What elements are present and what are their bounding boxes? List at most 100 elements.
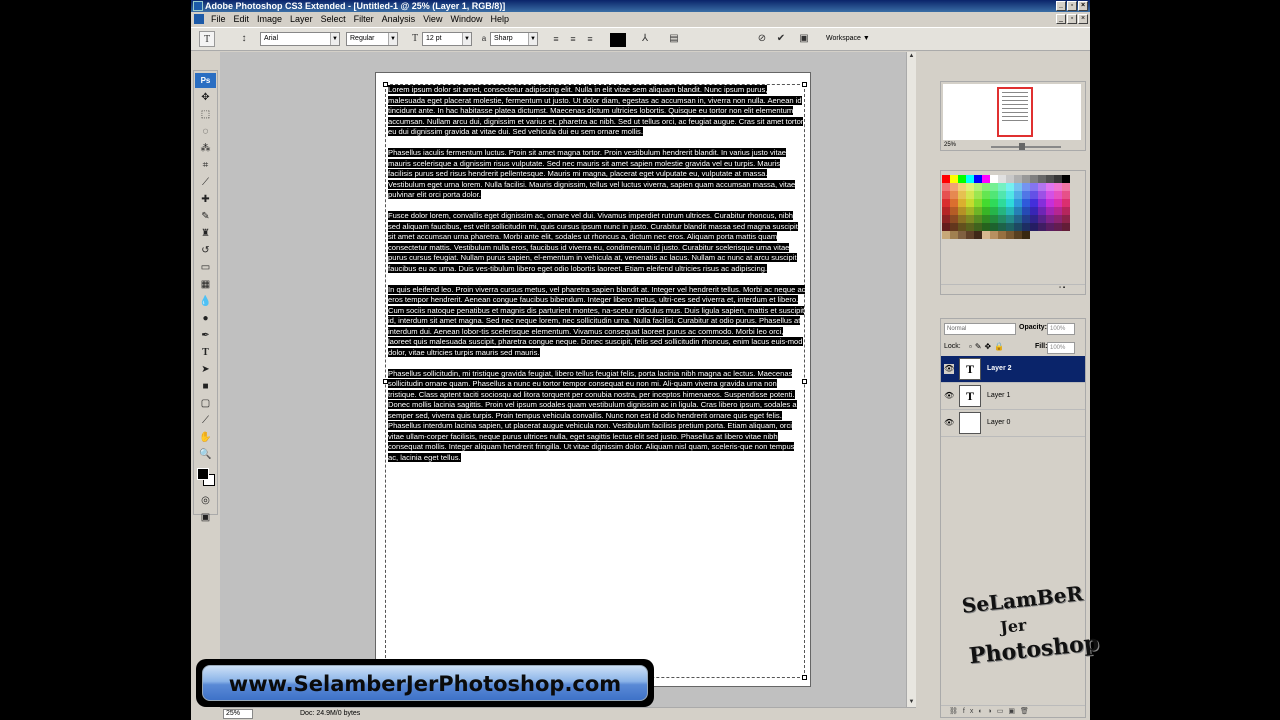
color-swatch[interactable] [1046,207,1054,215]
color-swatch[interactable] [1022,215,1030,223]
color-swatch[interactable] [1054,207,1062,215]
color-swatch[interactable] [1022,175,1030,183]
doc-close-button[interactable]: × [1078,14,1088,24]
color-swatch[interactable] [1006,231,1014,239]
color-swatch[interactable] [1006,223,1014,231]
crop-tool-icon[interactable]: ⌗ [195,158,216,174]
color-swatch[interactable] [942,183,950,191]
menu-help[interactable]: Help [486,12,513,26]
warp-text-icon[interactable]: ⅄ [637,31,653,47]
color-swatch[interactable] [1030,191,1038,199]
slice-tool-icon[interactable]: ⟋ [195,175,216,191]
layer-row-layer-0[interactable]: 👁 Layer 0 [941,410,1085,437]
doc-minimize-button[interactable]: _ [1056,14,1066,24]
doc-size[interactable]: Doc: 24.9M/0 bytes [300,708,360,720]
workspace-menu[interactable]: Workspace ▼ [826,35,870,42]
color-swatch[interactable] [974,223,982,231]
gradient-tool-icon[interactable]: ▦ [195,277,216,293]
color-swatch[interactable] [958,207,966,215]
color-swatch[interactable] [998,199,1006,207]
menu-file[interactable]: File [207,12,230,26]
color-swatch[interactable] [974,215,982,223]
color-swatch[interactable] [1046,175,1054,183]
color-swatch[interactable] [1046,191,1054,199]
align-center-icon[interactable]: ≡ [565,31,581,47]
color-swatch[interactable] [982,207,990,215]
color-swatch[interactable] [1022,199,1030,207]
color-swatch[interactable] [958,183,966,191]
color-swatch[interactable] [990,223,998,231]
color-swatch[interactable] [1038,223,1046,231]
fill-field[interactable]: 100% [1047,342,1075,354]
text-bounding-box[interactable]: Lorem ipsum dolor sit amet, consectetur … [383,82,807,680]
color-swatch[interactable] [1006,191,1014,199]
color-swatch[interactable] [958,231,966,239]
color-swatch[interactable] [942,175,950,183]
align-right-icon[interactable]: ≡ [582,31,598,47]
color-swatch[interactable] [966,199,974,207]
menu-view[interactable]: View [419,12,446,26]
color-swatch[interactable] [1022,223,1030,231]
color-swatch[interactable] [998,215,1006,223]
color-swatch[interactable] [1062,175,1070,183]
color-swatch[interactable] [998,175,1006,183]
color-swatch[interactable] [998,231,1006,239]
color-swatch[interactable] [1006,175,1014,183]
color-swatch[interactable] [950,175,958,183]
color-swatch[interactable] [958,199,966,207]
color-swatch[interactable] [1054,191,1062,199]
color-swatch[interactable] [1030,175,1038,183]
color-swatch[interactable] [982,191,990,199]
color-swatch[interactable] [1054,175,1062,183]
color-swatch[interactable] [1038,199,1046,207]
color-swatch[interactable] [1046,215,1054,223]
color-swatch[interactable] [950,183,958,191]
color-swatch[interactable] [942,207,950,215]
color-swatch[interactable] [966,191,974,199]
color-swatch[interactable] [958,223,966,231]
color-swatch[interactable] [966,231,974,239]
color-swatch[interactable] [958,191,966,199]
type-tool-preset-icon[interactable]: T [199,31,215,47]
color-swatch[interactable] [1062,191,1070,199]
color-swatch[interactable] [1030,207,1038,215]
font-style-select[interactable]: Regular ▼ [346,32,398,46]
menu-image[interactable]: Image [253,12,286,26]
type-tool-icon[interactable]: T [195,345,216,361]
minimize-button[interactable]: _ [1056,1,1066,11]
color-swatch[interactable] [1014,175,1022,183]
color-swatch[interactable] [974,199,982,207]
foreground-color[interactable] [197,468,209,480]
blend-mode-select[interactable]: Normal [944,323,1016,335]
color-swatch[interactable] [982,175,990,183]
move-tool-icon[interactable]: ✥ [195,90,216,106]
color-swatch[interactable] [1006,207,1014,215]
text-orientation-icon[interactable]: ↕ [236,31,252,47]
color-swatch[interactable] [1054,215,1062,223]
antialias-select[interactable]: Sharp ▼ [490,32,538,46]
hand-tool-icon[interactable]: ✋ [195,430,216,446]
vertical-scrollbar[interactable]: ▲ ▼ [906,52,916,707]
color-swatch[interactable] [1014,215,1022,223]
color-swatch[interactable] [982,183,990,191]
color-swatch[interactable] [1046,183,1054,191]
color-swatch[interactable] [1030,199,1038,207]
lasso-tool-icon[interactable]: ◌ [195,124,216,140]
color-swatch[interactable] [1038,215,1046,223]
color-swatch[interactable] [998,183,1006,191]
color-swatch[interactable] [974,191,982,199]
zoom-slider-knob[interactable] [1019,143,1025,150]
magic-wand-tool-icon[interactable]: ⁂ [195,141,216,157]
color-swatch[interactable] [1022,231,1030,239]
color-swatch[interactable] [950,231,958,239]
blur-tool-icon[interactable]: 💧 [195,294,216,310]
color-swatch[interactable] [998,223,1006,231]
color-swatch[interactable] [974,183,982,191]
color-swatch[interactable] [1014,199,1022,207]
screen-mode-icon[interactable]: ▣ [195,510,216,526]
color-swatch[interactable] [1038,191,1046,199]
color-swatch[interactable] [950,223,958,231]
navigator-preview[interactable] [943,84,1081,140]
color-swatch[interactable] [1062,215,1070,223]
pen-tool-icon[interactable]: ✒ [195,328,216,344]
